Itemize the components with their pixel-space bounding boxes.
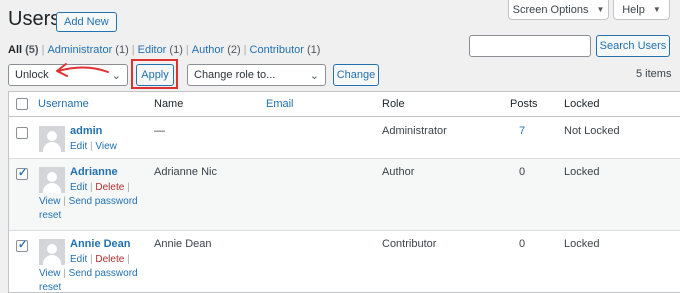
change-role-button[interactable]: Change xyxy=(333,64,379,86)
chevron-down-icon: ⌄ xyxy=(111,70,121,82)
view-link[interactable]: View xyxy=(39,196,61,207)
items-count: 5 items xyxy=(636,68,672,80)
add-new-button[interactable]: Add New xyxy=(56,12,117,32)
users-table: Username Name Email Role Posts Locked ad… xyxy=(8,91,680,293)
table-header: Username Name Email Role Posts Locked xyxy=(9,92,680,117)
column-username[interactable]: Username xyxy=(38,98,89,110)
username-link[interactable]: Adrianne xyxy=(70,166,118,178)
row-actions: Edit | Delete | xyxy=(70,254,130,265)
row-actions: Edit | View xyxy=(70,141,117,152)
delete-link[interactable]: Delete xyxy=(95,254,124,265)
help-label: Help xyxy=(622,3,645,16)
edit-link[interactable]: Edit xyxy=(70,182,87,193)
apply-highlight-box xyxy=(131,59,178,89)
name-cell: Annie Dean xyxy=(154,238,212,250)
posts-cell: 0 xyxy=(519,166,526,178)
row-actions: Edit | Delete | xyxy=(70,182,130,193)
search-input[interactable] xyxy=(469,35,591,57)
view-author[interactable]: Author (2) xyxy=(192,44,241,56)
caret-down-icon: ▼ xyxy=(652,5,661,14)
delete-link[interactable]: Delete xyxy=(95,182,124,193)
column-posts: Posts xyxy=(510,98,538,110)
screen-options-tab[interactable]: Screen Options ▼ xyxy=(508,0,609,20)
posts-link[interactable]: 7 xyxy=(519,125,525,137)
column-role: Role xyxy=(382,98,405,110)
view-all[interactable]: All (5) xyxy=(8,44,39,56)
row-checkbox[interactable]: ✓ xyxy=(16,167,28,180)
table-row: admin Edit | View — Administrator 7 Not … xyxy=(9,118,680,159)
user-role-filter: All (5) | Administrator (1) | Editor (1) | Aut… xyxy=(8,44,321,56)
posts-cell: 0 xyxy=(519,238,526,250)
column-name: Name xyxy=(154,98,184,110)
edit-link[interactable]: Edit xyxy=(70,254,87,265)
avatar xyxy=(39,126,65,152)
row-actions-more: View | Send password reset xyxy=(39,196,138,221)
bulk-action-value: Unlock xyxy=(15,69,49,81)
row-checkbox[interactable]: ✓ xyxy=(16,239,28,252)
avatar xyxy=(39,239,65,265)
checkmark-icon: ✓ xyxy=(18,239,28,251)
role-cell: Author xyxy=(382,166,415,178)
username-link[interactable]: admin xyxy=(70,125,102,137)
help-tab[interactable]: Help ▼ xyxy=(613,0,670,20)
search-users-button[interactable]: Search Users xyxy=(596,35,670,57)
view-administrator[interactable]: Administrator (1) xyxy=(47,44,128,56)
name-cell: Adrianne Nic xyxy=(154,166,217,178)
screen-options-label: Screen Options xyxy=(512,3,589,16)
role-cell: Administrator xyxy=(382,125,447,137)
role-cell: Contributor xyxy=(382,238,437,250)
table-row: ✓ Annie Dean Edit | Delete | View | Send… xyxy=(9,231,680,293)
page-title: Users xyxy=(8,8,61,30)
checkmark-icon: ✓ xyxy=(18,167,28,179)
change-role-select[interactable]: Change role to... ⌄ xyxy=(187,64,326,86)
view-link[interactable]: View xyxy=(95,141,117,152)
column-email[interactable]: Email xyxy=(266,98,294,110)
chevron-down-icon: ⌄ xyxy=(309,70,319,82)
column-locked: Locked xyxy=(564,98,600,110)
bulk-action-select[interactable]: Unlock ⌄ xyxy=(8,64,128,86)
username-link[interactable]: Annie Dean xyxy=(70,238,131,250)
view-editor[interactable]: Editor (1) xyxy=(138,44,183,56)
change-role-value: Change role to... xyxy=(194,69,276,81)
view-contributor[interactable]: Contributor (1) xyxy=(250,44,321,56)
select-all-checkbox[interactable] xyxy=(16,98,28,110)
edit-link[interactable]: Edit xyxy=(70,141,87,152)
row-actions-more: View | Send password reset xyxy=(39,268,138,293)
locked-cell: Not Locked xyxy=(564,125,620,137)
view-link[interactable]: View xyxy=(39,268,61,279)
table-row: ✓ Adrianne Edit | Delete | View | Send p… xyxy=(9,159,680,231)
caret-down-icon: ▼ xyxy=(596,5,605,14)
name-cell: — xyxy=(154,125,165,137)
locked-cell: Locked xyxy=(564,238,600,250)
row-checkbox[interactable] xyxy=(16,127,28,139)
avatar xyxy=(39,167,65,193)
locked-cell: Locked xyxy=(564,166,600,178)
